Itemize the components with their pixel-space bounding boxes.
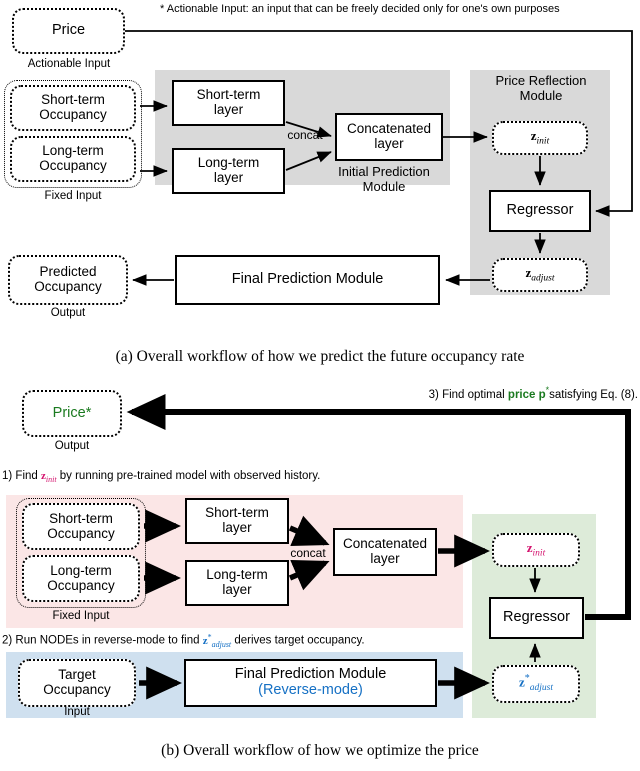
z-adjust-star-symbol-b: z*adjust (518, 673, 553, 694)
actionable-input-label: Actionable Input (27, 58, 111, 70)
long-term-layer-line1: Long-term (197, 155, 260, 171)
short-term-layer-box-b[interactable]: Short-term layer (185, 498, 289, 544)
predicted-occupancy-line2: Occupancy (34, 279, 102, 294)
final-prediction-module-label-b: Final Prediction Module (234, 666, 387, 683)
short-term-layer-b-line1: Short-term (205, 505, 269, 521)
actionable-input-footnote: * Actionable Input: an input that can be… (160, 3, 560, 15)
fixed-input-label-b: Fixed Input (52, 610, 110, 622)
output-label-b: Output (54, 440, 90, 452)
target-occupancy-line2: Occupancy (43, 682, 111, 697)
step1-note: 1) Find zinit by running pre-trained mod… (2, 470, 422, 484)
long-term-layer-b-line2: layer (222, 582, 252, 597)
concatenated-layer-box-a[interactable]: Concatenated layer (335, 113, 443, 161)
short-term-layer-b-line2: layer (222, 520, 252, 535)
step3-price-symbol: price p (507, 388, 546, 401)
short-term-occupancy-line2: Occupancy (39, 107, 107, 122)
short-term-layer-line1: Short-term (196, 87, 261, 103)
long-term-occupancy-box-b[interactable]: Long-term Occupancy (22, 555, 140, 602)
concatenated-layer-line1: Concatenated (346, 121, 432, 137)
z-adjust-symbol-a: zadjust (525, 265, 555, 284)
final-prediction-module-box-a[interactable]: Final Prediction Module (175, 255, 440, 305)
initial-prediction-module-line1: Initial Prediction (338, 164, 430, 179)
price-reflection-module-line1: Price Reflection (495, 73, 587, 88)
short-term-layer-line2: layer (213, 102, 244, 117)
short-term-layer-box-a[interactable]: Short-term layer (172, 80, 285, 126)
price-input-box[interactable]: Price (12, 8, 125, 54)
concat-label-b: concat (290, 546, 326, 560)
predicted-occupancy-line1: Predicted (39, 264, 97, 280)
step3-suffix: satisfying Eq. (8). (549, 388, 638, 401)
price-input-label: Price (51, 22, 86, 39)
price-star-output-box[interactable]: Price* (22, 390, 122, 437)
step1-prefix: 1) Find (2, 470, 41, 482)
concatenated-layer-line2: layer (374, 136, 404, 151)
input-label-b: Input (64, 706, 90, 718)
price-star-label: Price* (52, 404, 92, 421)
long-term-layer-b-line1: Long-term (206, 567, 268, 583)
short-term-occupancy-box-b[interactable]: Short-term Occupancy (22, 503, 140, 550)
short-term-occupancy-box-a[interactable]: Short-term Occupancy (10, 85, 136, 131)
regressor-box-a[interactable]: Regressor (489, 190, 591, 232)
step1-z-init-symbol: zinit (41, 470, 57, 485)
short-term-occupancy-b-line1: Short-term (49, 510, 113, 526)
z-init-box-b[interactable]: zinit (492, 533, 580, 567)
concatenated-layer-b-line1: Concatenated (342, 536, 428, 552)
price-reflection-module-label: Price Reflection Module (478, 73, 604, 103)
caption-a: (a) Overall workflow of how we predict t… (115, 348, 525, 365)
regressor-label-a: Regressor (506, 202, 574, 219)
initial-prediction-module-line2: Module (362, 178, 406, 194)
long-term-occupancy-b-line1: Long-term (50, 562, 112, 578)
concat-label-a: concat (287, 128, 323, 142)
long-term-layer-box-a[interactable]: Long-term layer (172, 148, 285, 194)
step3-note: 3) Find optimal price p*satisfying Eq. (… (360, 385, 638, 401)
step2-note: 2) Run NODEs in reverse-mode to find z*a… (2, 632, 472, 649)
long-term-occupancy-box-a[interactable]: Long-term Occupancy (10, 136, 136, 182)
predicted-occupancy-box[interactable]: Predicted Occupancy (8, 255, 128, 305)
price-reflection-module-line2: Module (519, 87, 563, 103)
final-prediction-module-box-b[interactable]: Final Prediction Module (Reverse-mode) (184, 659, 437, 707)
z-adjust-star-box-b[interactable]: z*adjust (492, 665, 580, 703)
step2-z-adjust-symbol: z*adjust (202, 632, 232, 649)
short-term-occupancy-line1: Short-term (41, 92, 105, 108)
concatenated-layer-b-line2: layer (370, 551, 400, 566)
output-label-a: Output (50, 307, 86, 319)
step3-prefix: 3) Find optimal (428, 388, 508, 401)
final-prediction-module-label-a: Final Prediction Module (231, 271, 384, 288)
target-occupancy-line1: Target (58, 667, 96, 683)
target-occupancy-box[interactable]: Target Occupancy (18, 659, 136, 707)
long-term-layer-box-b[interactable]: Long-term layer (185, 560, 289, 606)
z-init-box-a[interactable]: zinit (492, 121, 588, 155)
short-term-occupancy-b-line2: Occupancy (47, 525, 115, 541)
long-term-occupancy-line2: Occupancy (39, 158, 107, 173)
figure-root: * Actionable Input: an input that can be… (0, 0, 640, 771)
z-init-symbol-b: zinit (526, 540, 546, 559)
z-init-symbol-a: zinit (530, 128, 550, 147)
regressor-box-b[interactable]: Regressor (489, 597, 584, 639)
concatenated-layer-box-b[interactable]: Concatenated layer (333, 528, 437, 576)
long-term-layer-line2: layer (213, 170, 244, 185)
long-term-occupancy-line1: Long-term (42, 143, 104, 159)
fixed-input-label-a: Fixed Input (44, 190, 102, 202)
z-adjust-box-a[interactable]: zadjust (492, 258, 588, 292)
reverse-mode-label: (Reverse-mode) (258, 682, 363, 698)
step2-suffix: derives target occupancy. (231, 634, 365, 647)
initial-prediction-module-label: Initial Prediction Module (320, 164, 448, 194)
step2-prefix: 2) Run NODEs in reverse-mode to find (2, 634, 203, 647)
long-term-occupancy-b-line2: Occupancy (47, 577, 115, 593)
regressor-label-b: Regressor (503, 609, 570, 626)
caption-b: (b) Overall workflow of how we optimize … (161, 742, 479, 759)
step1-suffix: by running pre-trained model with observ… (56, 470, 321, 482)
